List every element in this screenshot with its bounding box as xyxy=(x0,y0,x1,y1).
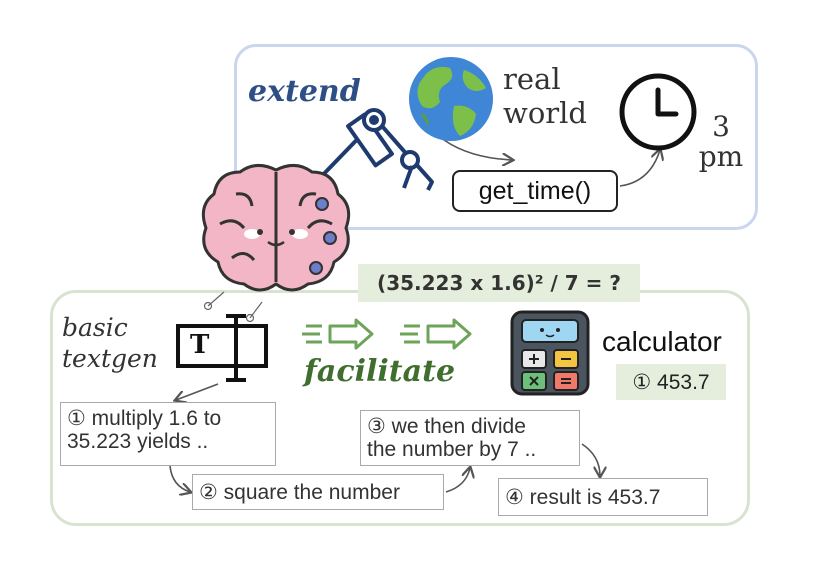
step-3-line1: ③ we then divide xyxy=(367,415,526,438)
step-2: ② square the number xyxy=(192,474,444,510)
textgen-label-line2: textgen xyxy=(62,344,158,373)
extend-label: extend xyxy=(248,74,361,109)
step-3: ③ we then divide the number by 7 .. xyxy=(360,410,580,466)
real-world-label: real world xyxy=(503,62,587,130)
time-result: 3 pm xyxy=(686,112,756,172)
step-3-line2: the number by 7 .. xyxy=(367,438,537,461)
real-world-line2: world xyxy=(503,96,587,130)
equation-prompt: (35.223 x 1.6)² / 7 = ? xyxy=(358,264,640,302)
step-1-line2: 35.223 yields .. xyxy=(67,430,209,453)
arrow-step2-to-step3 xyxy=(445,468,470,493)
calculator-result: ① 453.7 xyxy=(616,364,726,400)
time-result-hour: 3 xyxy=(712,110,730,143)
brain-icon xyxy=(201,164,351,292)
facilitate-label: facilitate xyxy=(304,354,456,389)
textgen-label-line1: basic xyxy=(62,313,128,342)
calculator-label: calculator xyxy=(602,326,722,357)
arrow-call-to-clock xyxy=(619,150,660,187)
textgen-label: basic textgen xyxy=(62,312,158,374)
globe-icon xyxy=(409,57,493,141)
step-2-line1: ② square the number xyxy=(199,481,400,504)
arrow-textgen-to-step1 xyxy=(176,383,219,400)
calculator-icon xyxy=(510,310,590,396)
textgen-icon: T xyxy=(176,312,268,384)
time-result-period: pm xyxy=(698,140,744,173)
step-4: ④ result is 453.7 xyxy=(498,478,708,516)
textgen-icon-letter: T xyxy=(190,330,210,360)
arrow-step3-to-step4 xyxy=(581,443,600,476)
real-world-line1: real xyxy=(503,62,561,96)
arrow-icon xyxy=(302,318,472,350)
step-4-line1: ④ result is 453.7 xyxy=(505,486,661,509)
get-time-call: get_time() xyxy=(452,170,618,212)
step-1: ① multiply 1.6 to 35.223 yields .. xyxy=(60,402,276,466)
step-1-line1: ① multiply 1.6 to xyxy=(67,407,222,430)
arrow-step1-to-step2 xyxy=(169,465,190,492)
